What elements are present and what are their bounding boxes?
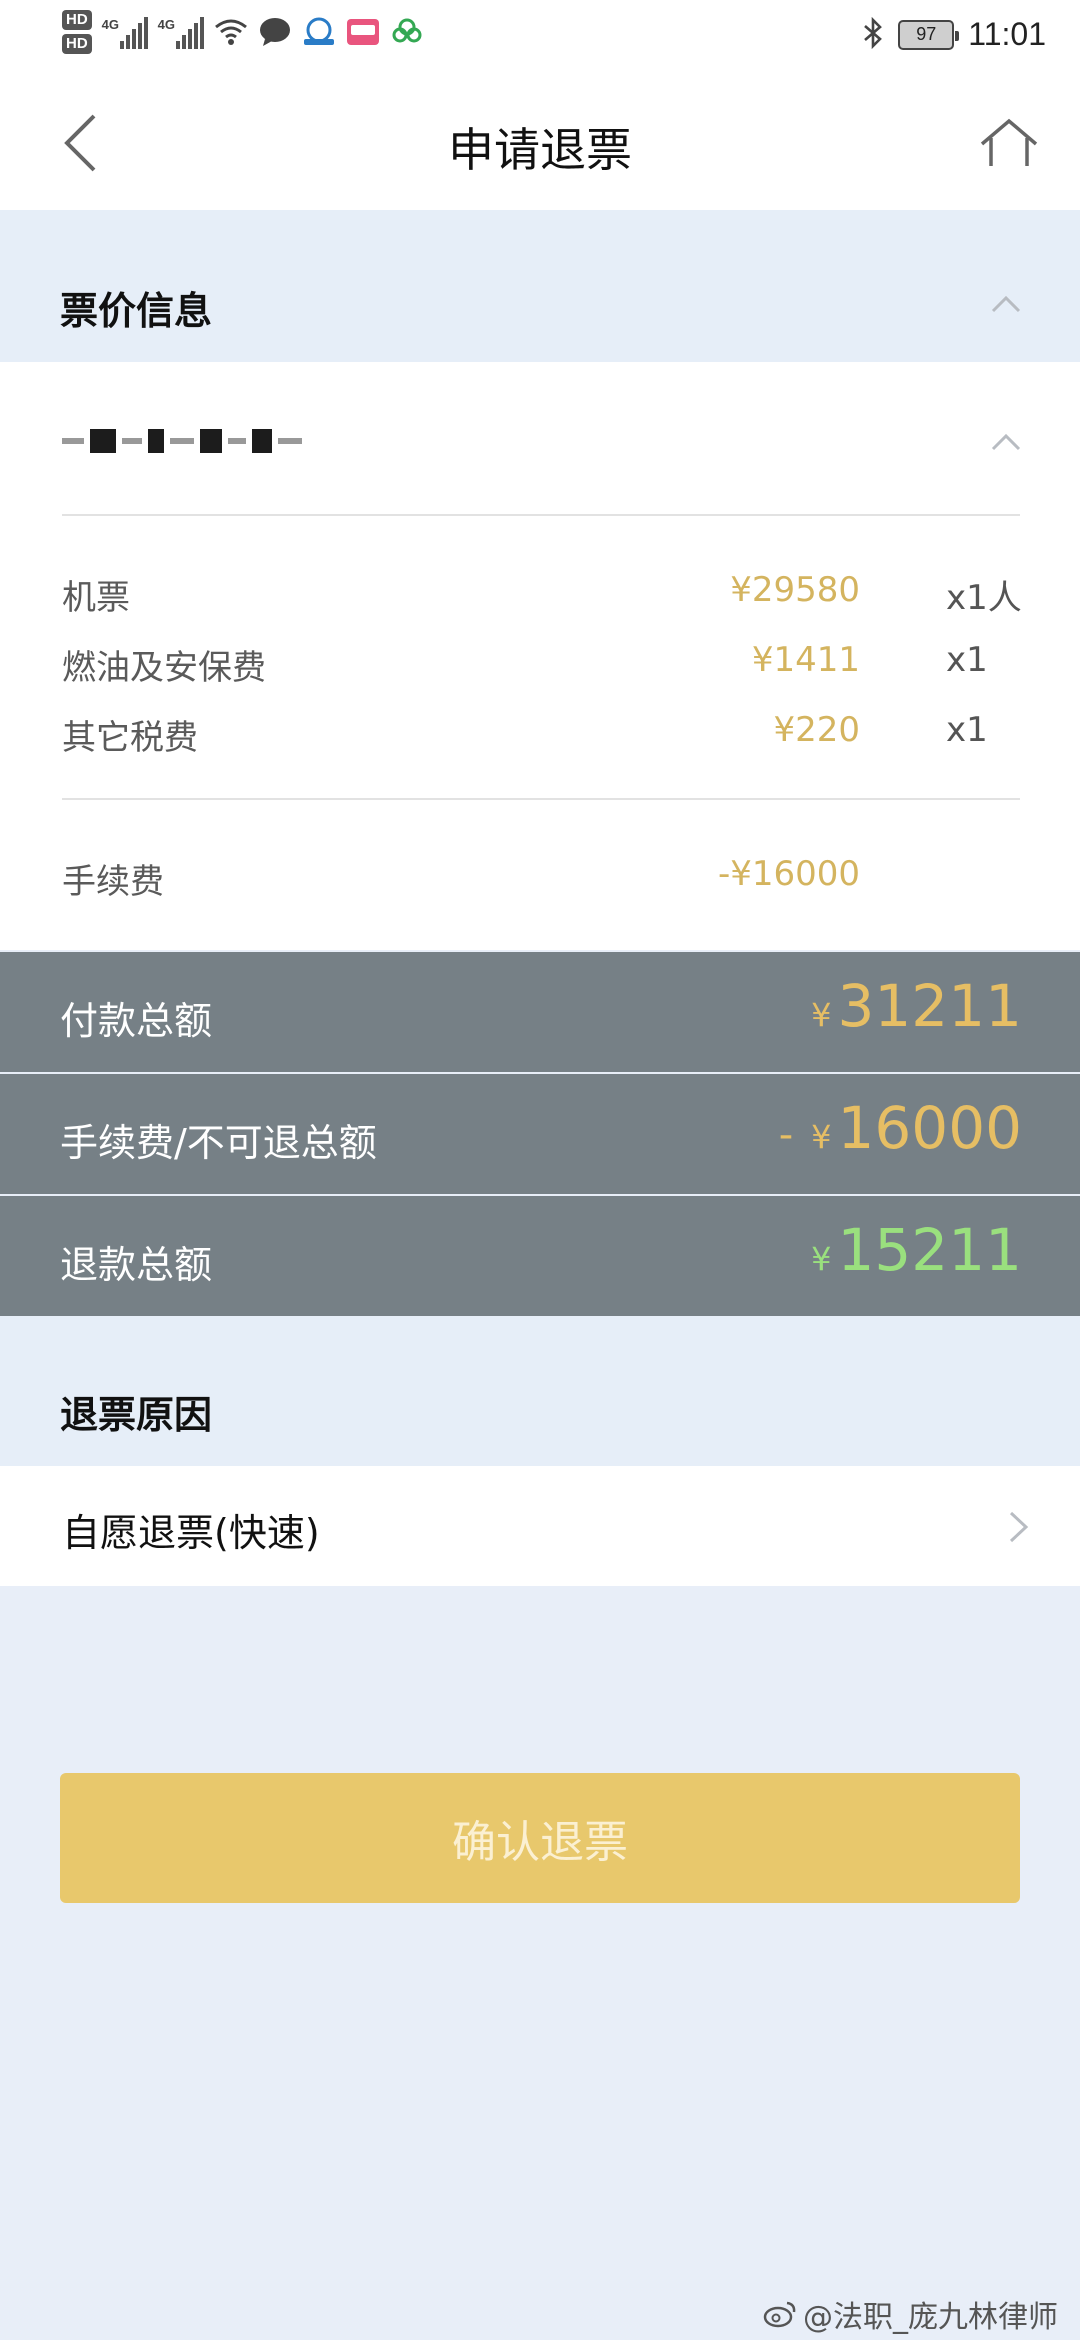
refund-reason-selector[interactable]: 自愿退票(快速) [0, 1466, 1080, 1586]
fare-detail-card: 机票 ¥29580 x1人 燃油及安保费 ¥1411 x1 其它税费 ¥220 … [0, 362, 1080, 950]
redacted-passenger-name [62, 428, 302, 454]
clock: 11:01 [968, 16, 1046, 52]
reason-section-header: 退票原因 [0, 1316, 1080, 1466]
signal-icon: 4G [158, 15, 204, 49]
app-notification-icon [302, 15, 336, 49]
status-bar: HD HD 4G 4G 97 11:01 [0, 0, 1080, 78]
refund-reason-value: 自愿退票(快速) [62, 1511, 320, 1555]
section-title: 退票原因 [60, 1393, 213, 1437]
home-button[interactable] [974, 108, 1044, 178]
divider [62, 514, 1020, 516]
chevron-right-icon [1009, 1511, 1029, 1543]
fare-row: 燃油及安保费 ¥1411 x1 [62, 640, 988, 688]
bluetooth-icon [862, 16, 884, 53]
chevron-up-icon [991, 295, 1021, 313]
wifi-icon [214, 15, 248, 49]
paid-total-row: 付款总额 ¥31211 [0, 952, 1080, 1072]
page-title: 申请退票 [448, 123, 632, 177]
chevron-up-icon[interactable] [990, 432, 1022, 452]
message-icon [258, 15, 292, 49]
home-icon [980, 118, 1038, 166]
confirm-refund-button[interactable]: 确认退票 [60, 1773, 1020, 1903]
fare-section-header[interactable]: 票价信息 [0, 210, 1080, 362]
section-title: 票价信息 [60, 289, 213, 333]
hd-badge: HD [62, 10, 92, 30]
hd-badge: HD [62, 34, 92, 54]
fee-total-row: 手续费/不可退总额 - ¥16000 [0, 1074, 1080, 1194]
app-notification-icon [390, 15, 424, 49]
nav-header: 申请退票 [0, 78, 1080, 210]
battery-indicator: 97 [898, 19, 960, 50]
fee-row: 手续费 -¥16000 [62, 854, 860, 902]
fare-row: 机票 ¥29580 x1人 [62, 570, 1022, 618]
weibo-icon [763, 2301, 796, 2328]
fare-row: 其它税费 ¥220 x1 [62, 710, 988, 758]
refund-total-row: 退款总额 ¥15211 [0, 1196, 1080, 1316]
divider [62, 798, 1020, 800]
watermark: @法职_庞九林律师 [763, 2292, 1058, 2336]
app-notification-icon [346, 15, 380, 49]
signal-icon: 4G [102, 15, 148, 49]
